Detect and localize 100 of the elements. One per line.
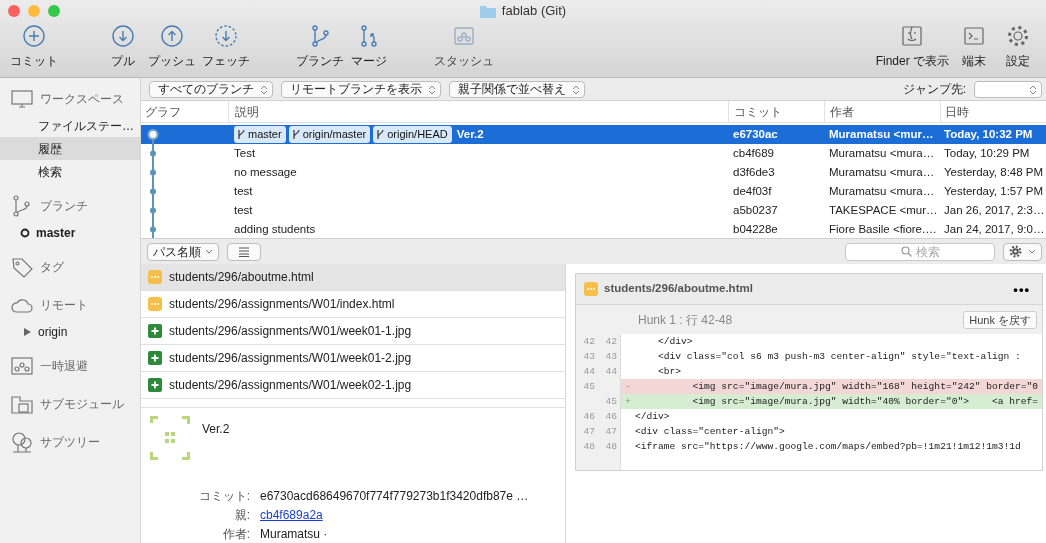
file-row[interactable]: students/296/assignments/W01/week02-1.jpg (141, 372, 565, 399)
toolbar-button[interactable]: ブランチ (293, 22, 347, 70)
window-title: fablab (Git) (501, 2, 567, 21)
commit-hash: de4f03f (733, 184, 772, 197)
line-number: 48 (604, 440, 618, 454)
author-text: Muramatsu <mura… (829, 165, 935, 178)
branch-tag: master (234, 126, 286, 143)
filter-dropdown[interactable]: すべてのブランチ (149, 80, 273, 98)
sidebar-section[interactable]: サブモジュール (40, 395, 124, 413)
toolbar-button[interactable]: マージ (347, 22, 391, 70)
code-line: <br> (657, 365, 682, 379)
diff-file-path: students/296/aboutme.html (604, 281, 753, 297)
line-number: 44 (604, 365, 618, 379)
toolbar-button[interactable]: 端末 (952, 22, 996, 70)
diff-sign: - (625, 381, 631, 392)
code-line: <div class="center-align"> (635, 425, 785, 439)
commit-message: test (234, 202, 253, 218)
toolbar-button[interactable]: プッシュ (145, 22, 199, 70)
sidebar-section[interactable]: タグ (40, 258, 64, 276)
sidebar-item[interactable]: origin (0, 320, 140, 343)
field-label: 作者: (221, 525, 250, 543)
column-header[interactable]: グラフ (145, 102, 181, 121)
branch-tag: origin/HEAD (373, 126, 452, 143)
line-number: 42 (582, 335, 596, 349)
line-number: 45 (582, 380, 596, 394)
line-number: 48 (582, 440, 596, 454)
field-value: e6730acd68649670f774f779273b1f3420dfb87e … (260, 487, 529, 505)
diff-sign: + (625, 396, 631, 407)
field-label: コミット: (197, 487, 250, 505)
file-row[interactable]: students/296/assignments/W01/index.html (141, 291, 565, 318)
author-text: Fiore Basile <fiore.… (829, 222, 937, 235)
commit-row[interactable]: Test cb4f689 Muramatsu <mura… Today, 10:29 PM (141, 144, 1046, 163)
sidebar-item[interactable]: 検索 (0, 160, 140, 183)
commit-message: no message (234, 164, 297, 180)
file-row[interactable]: students/296/assignments/W01/week01-2.jpg (141, 345, 565, 372)
column-header[interactable]: 作者 (830, 102, 854, 121)
date-text: Today, 10:32 PM (944, 127, 1033, 140)
commit-row[interactable]: no message d3f6de3 Muramatsu <mura… Yesterday, 8:48 PM (141, 163, 1046, 182)
date-text: Jan 24, 2017, 9:0… (944, 222, 1045, 235)
field-value: Muramatsu · (260, 525, 328, 543)
commit-hash: d3f6de3 (733, 165, 775, 178)
filter-dropdown[interactable]: 親子関係で並べ替え (449, 80, 585, 98)
date-text: Jan 26, 2017, 2:3… (944, 203, 1045, 216)
commit-title: Ver.2 (202, 421, 230, 438)
commit-hash: cb4f689 (733, 146, 774, 159)
line-number: 44 (582, 365, 596, 379)
sidebar-section[interactable]: サブツリー (40, 433, 100, 451)
line-number: 43 (582, 350, 596, 364)
column-header[interactable]: 日時 (945, 102, 969, 121)
code-line: </div> (635, 410, 670, 424)
code-line: <div class="col s6 m3 push-m3 center-align" style="text-align : (657, 350, 1022, 364)
commit-row[interactable]: master origin/master origin/HEAD Ver.2 e6730ac Muramatsu <mur… Today, 10:32 PM (141, 125, 1046, 144)
toolbar-button[interactable]: プル (101, 22, 145, 70)
author-text: TAKESPACE <mur… (829, 203, 938, 216)
line-number: 43 (604, 350, 618, 364)
more-button[interactable]: ••• (1009, 282, 1034, 296)
parent-link[interactable]: cb4f689a2a (260, 505, 323, 524)
commit-row[interactable]: test de4f03f Muramatsu <mura… Yesterday, 1:57 PM (141, 182, 1046, 201)
code-line: <img src="image/mura.jpg" width="40% border="0"> <a href= (691, 395, 1038, 409)
author-text: Muramatsu <mura… (829, 184, 935, 197)
column-header[interactable]: コミット (734, 102, 782, 121)
sidebar-item[interactable]: 履歴 (0, 137, 140, 160)
toolbar-button[interactable]: Finder で表示 (872, 22, 952, 70)
commit-message: Test (234, 145, 256, 161)
commit-message: Ver.2 (456, 126, 484, 142)
file-row[interactable]: students/296/assignments/W01/week01-1.jpg (141, 318, 565, 345)
sidebar-item[interactable]: master (0, 221, 140, 244)
hunk-title: Hunk 1 : 行 42-48 (637, 311, 733, 329)
line-number: 45 (604, 395, 618, 409)
code-line: </div> (657, 335, 693, 349)
date-text: Today, 10:29 PM (944, 146, 1030, 159)
commit-hash: a5b0237 (733, 203, 778, 216)
sort-dropdown[interactable]: パス名順 (147, 242, 219, 261)
sidebar-item[interactable]: ファイルステー… (0, 114, 140, 137)
branch-tag: origin/master (288, 126, 371, 143)
sidebar-section[interactable]: ブランチ (40, 197, 88, 215)
sidebar-section[interactable]: リモート (40, 296, 88, 314)
sidebar-section[interactable]: ワークスペース (40, 90, 124, 108)
line-number: 46 (604, 410, 618, 424)
commit-message: adding students (234, 221, 316, 237)
author-text: Muramatsu <mur… (829, 127, 934, 140)
toolbar-button[interactable]: フェッチ (199, 22, 253, 70)
line-number: 47 (582, 425, 596, 439)
sidebar-section[interactable]: 一時退避 (40, 357, 88, 375)
date-text: Yesterday, 8:48 PM (944, 165, 1044, 178)
line-number: 47 (604, 425, 618, 439)
file-row[interactable]: students/296/aboutme.html (141, 264, 565, 291)
toolbar-button[interactable]: 設定 (996, 22, 1040, 70)
commit-hash: e6730ac (733, 127, 778, 140)
column-header[interactable]: 説明 (235, 102, 259, 121)
field-label: 親: (233, 506, 250, 524)
commit-row[interactable]: test a5b0237 TAKESPACE <mur… Jan 26, 2017, 2:3… (141, 201, 1046, 220)
code-line: <img src="image/mura.jpg" width="168" height="242" border="0 (691, 380, 1038, 394)
code-line: <iframe src="https://www.google.com/maps/embed?pb=!1m21!1m12!1m3!1d (635, 440, 1021, 454)
filter-dropdown[interactable]: リモートブランチを表示 (281, 80, 441, 98)
toolbar-button[interactable]: コミット (7, 22, 61, 70)
revert-hunk-button[interactable]: Hunk を戻す (963, 310, 1037, 329)
author-text: Muramatsu <mura… (829, 146, 935, 159)
commit-message: test (234, 183, 253, 199)
jump-label: ジャンプ先: (902, 81, 966, 98)
